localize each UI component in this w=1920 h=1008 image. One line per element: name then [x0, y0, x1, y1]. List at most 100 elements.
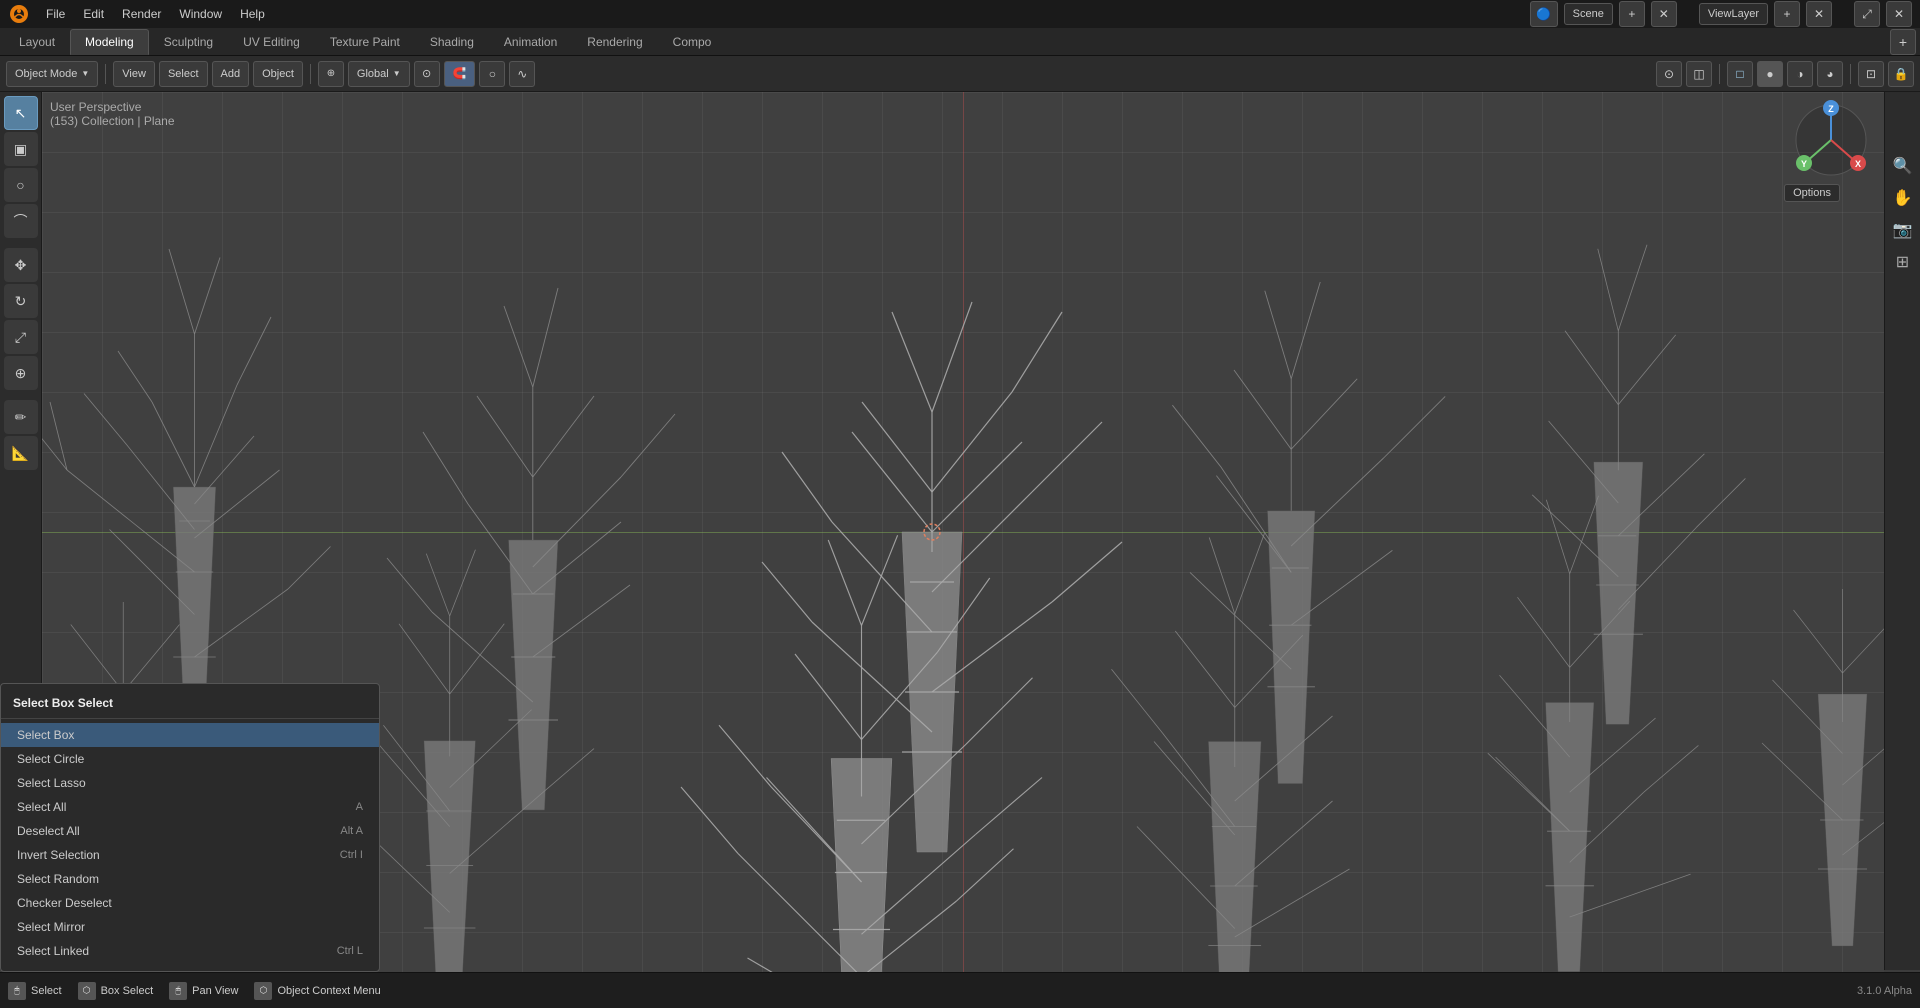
render-region-icon[interactable]: ⊡: [1858, 61, 1884, 87]
context-menu-status: ⬡ Object Context Menu: [254, 982, 380, 1000]
measure-tool-btn[interactable]: 📐: [4, 436, 38, 470]
popup-item-0[interactable]: Select Box: [1, 723, 379, 747]
scene-name[interactable]: Scene: [1564, 3, 1613, 25]
tab-shading[interactable]: Shading: [415, 29, 489, 55]
annotate-tool-btn[interactable]: ✏: [4, 400, 38, 434]
select-popup: Select Box Select Select Box Select Circ…: [0, 683, 380, 972]
tab-modeling[interactable]: Modeling: [70, 29, 149, 55]
top-menu-bar: File Edit Render Window Help 🔵 Scene + ✕…: [0, 0, 1920, 28]
popup-item-label-0: Select Box: [17, 728, 74, 742]
cursor-tool-btn[interactable]: ↖: [4, 96, 38, 130]
viewport-info: User Perspective (153) Collection | Plan…: [50, 100, 175, 128]
window-expand-icon[interactable]: ⤢: [1854, 1, 1880, 27]
xray-icon[interactable]: ◫: [1686, 61, 1712, 87]
select-menu-btn[interactable]: Select: [159, 61, 208, 87]
popup-item-6[interactable]: Select Random: [1, 867, 379, 891]
transform-orient-icon[interactable]: ⊕: [318, 61, 344, 87]
menu-file[interactable]: File: [38, 3, 73, 25]
shading-material-icon[interactable]: ◑: [1787, 61, 1813, 87]
popup-item-1[interactable]: Select Circle: [1, 747, 379, 771]
menu-help[interactable]: Help: [232, 3, 273, 25]
snap-btn[interactable]: 🧲: [444, 61, 476, 87]
right-tools-panel: 🔍 ✋ 📷 ⊞: [1884, 92, 1920, 970]
popup-item-label-5: Invert Selection: [17, 848, 100, 862]
tab-layout[interactable]: Layout: [4, 29, 70, 55]
camera-tool-btn[interactable]: 📷: [1889, 216, 1917, 244]
menu-window[interactable]: Window: [171, 3, 230, 25]
shading-rendered-icon[interactable]: ◕: [1817, 61, 1843, 87]
shading-solid-icon[interactable]: ●: [1757, 61, 1783, 87]
popup-item-4[interactable]: Deselect All Alt A: [1, 819, 379, 843]
view-layer-menu-icon[interactable]: ✕: [1806, 1, 1832, 27]
select-mouse-icon: 🖱: [8, 982, 26, 1000]
popup-item-5[interactable]: Invert Selection Ctrl I: [1, 843, 379, 867]
search-tool-btn[interactable]: 🔍: [1889, 152, 1917, 180]
transform-orient-btn[interactable]: Global ▼: [348, 61, 410, 87]
view-menu-btn[interactable]: View: [113, 61, 155, 87]
window-close-icon[interactable]: ✕: [1886, 1, 1912, 27]
popup-item-8[interactable]: Select Mirror: [1, 915, 379, 939]
tab-uv-editing[interactable]: UV Editing: [228, 29, 315, 55]
popup-item-9[interactable]: Select Linked Ctrl L: [1, 939, 379, 963]
perspective-label: User Perspective: [50, 100, 175, 114]
popup-item-label-1: Select Circle: [17, 752, 84, 766]
popup-item-7[interactable]: Checker Deselect: [1, 891, 379, 915]
tab-sculpting[interactable]: Sculpting: [149, 29, 228, 55]
tab-texture-paint[interactable]: Texture Paint: [315, 29, 415, 55]
tab-add-icon[interactable]: +: [1890, 29, 1916, 55]
proportional-edit-icon[interactable]: ○: [479, 61, 505, 87]
popup-item-label-2: Select Lasso: [17, 776, 86, 790]
pan-mouse-icon: 🖱: [169, 982, 187, 1000]
blender-logo-icon[interactable]: [8, 3, 30, 25]
object-menu-btn[interactable]: Object: [253, 61, 303, 87]
menu-render[interactable]: Render: [114, 3, 169, 25]
view-layer-name[interactable]: ViewLayer: [1699, 3, 1768, 25]
tab-animation[interactable]: Animation: [489, 29, 572, 55]
box-select-status: ⬡ Box Select: [78, 982, 154, 1000]
scale-tool-btn[interactable]: ⤢: [4, 320, 38, 354]
select-lasso-tool-btn[interactable]: ⌒: [4, 204, 38, 238]
pan-view-status: 🖱 Pan View: [169, 982, 238, 1000]
tab-compositing[interactable]: Compo: [658, 29, 727, 55]
popup-item-label-3: Select All: [17, 800, 66, 814]
pan-tool-btn[interactable]: ✋: [1889, 184, 1917, 212]
object-mode-btn[interactable]: Object Mode ▼: [6, 61, 98, 87]
menu-edit[interactable]: Edit: [75, 3, 112, 25]
popup-item-3[interactable]: Select All A: [1, 795, 379, 819]
popup-shortcut-9: Ctrl L: [337, 945, 363, 957]
popup-item-label-9: Select Linked: [17, 944, 89, 958]
current-engine-icon[interactable]: 🔵: [1530, 1, 1558, 27]
context-mouse-icon: ⬡: [254, 982, 272, 1000]
orient-dropdown-icon: ▼: [393, 69, 401, 78]
move-tool-btn[interactable]: ✥: [4, 248, 38, 282]
toolbar-sep-1: [105, 64, 106, 84]
popup-item-2[interactable]: Select Lasso: [1, 771, 379, 795]
collection-label: (153) Collection | Plane: [50, 114, 175, 128]
rotate-tool-btn[interactable]: ↻: [4, 284, 38, 318]
pivot-icon[interactable]: ⊙: [414, 61, 440, 87]
transform-orient-label: Global: [357, 68, 389, 80]
popup-item-label-8: Select Mirror: [17, 920, 85, 934]
navigation-gizmo[interactable]: Z Y X: [1791, 100, 1871, 180]
add-menu-btn[interactable]: Add: [212, 61, 250, 87]
scene-add-icon[interactable]: +: [1619, 1, 1645, 27]
ortho-grid-btn[interactable]: ⊞: [1889, 248, 1917, 276]
tab-rendering[interactable]: Rendering: [572, 29, 657, 55]
select-box-tool-btn[interactable]: ▣: [4, 132, 38, 166]
select-label: Select: [31, 985, 62, 997]
view-layer-add-icon[interactable]: +: [1774, 1, 1800, 27]
select-circle-tool-btn[interactable]: ○: [4, 168, 38, 202]
scene-menu-icon[interactable]: ✕: [1651, 1, 1677, 27]
shading-wire-icon[interactable]: □: [1727, 61, 1753, 87]
overlay-icon[interactable]: ⊙: [1656, 61, 1682, 87]
status-bar: 🖱 Select ⬡ Box Select 🖱 Pan View ⬡ Objec…: [0, 972, 1920, 1008]
version-label: 3.1.0 Alpha: [1857, 985, 1912, 997]
popup-shortcut-4: Alt A: [340, 825, 363, 837]
transform-tool-btn[interactable]: ⊕: [4, 356, 38, 390]
object-mode-label: Object Mode: [15, 68, 77, 80]
lock-camera-icon[interactable]: 🔒: [1888, 61, 1914, 87]
svg-text:Z: Z: [1828, 104, 1834, 114]
svg-text:Y: Y: [1801, 159, 1807, 169]
proportional-falloff-icon[interactable]: ∿: [509, 61, 535, 87]
workspace-tabs: Layout Modeling Sculpting UV Editing Tex…: [0, 28, 1920, 56]
